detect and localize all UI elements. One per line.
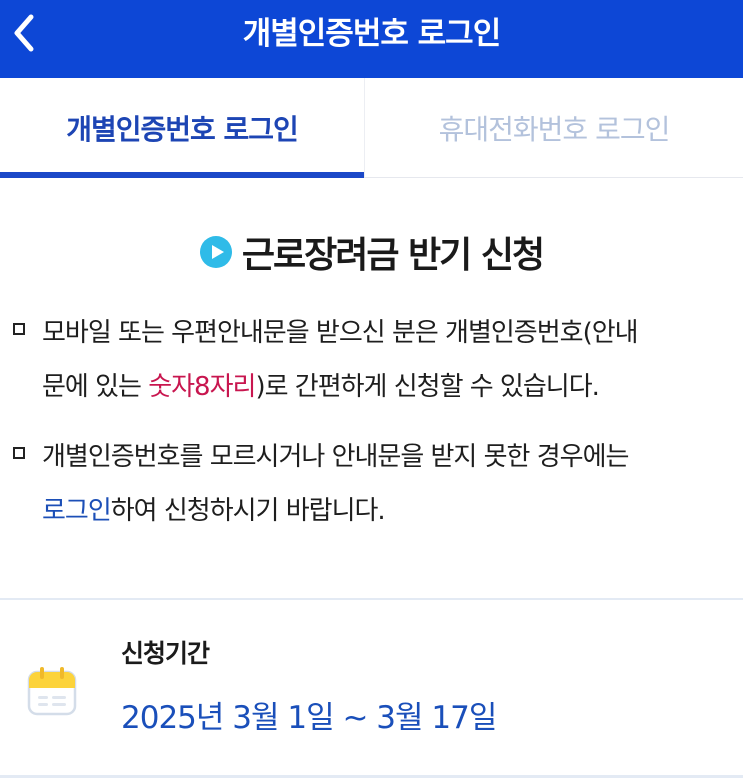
calendar-icon — [27, 667, 77, 716]
login-tabs: 개별인증번호 로그인 휴대전화번호 로그인 — [0, 78, 743, 178]
notice-line: 로그인하여 신청하시기 바랍니다. — [42, 484, 732, 538]
notice-text: 개별인증번호를 모르시거나 안내문을 받지 못한 경우에는 로그인하여 신청하시… — [42, 430, 732, 538]
application-period-label: 신청기간 — [121, 639, 210, 668]
play-circle-icon — [199, 236, 232, 268]
app-header: 개별인증번호 로그인 — [0, 0, 743, 78]
tab-individual-code-login[interactable]: 개별인증번호 로그인 — [0, 78, 364, 178]
tab-phone-login[interactable]: 휴대전화번호 로그인 — [364, 78, 743, 177]
highlight-digits: 숫자8자리 — [148, 372, 256, 402]
notice-line: 모바일 또는 우편안내문을 받으신 분은 개별인증번호(안내 — [42, 318, 639, 348]
divider — [0, 775, 743, 778]
divider — [0, 598, 743, 600]
notice-text-segment: 문에 있는 — [42, 372, 149, 402]
section-title: 근로장려금 반기 신청 — [241, 235, 545, 276]
notice-line: 문에 있는 숫자8자리)로 간편하게 신청할 수 있습니다. — [42, 360, 732, 414]
section-heading: 근로장려금 반기 신청 — [0, 226, 743, 278]
square-bullet-icon — [13, 447, 25, 459]
notice-line: 개별인증번호를 모르시거나 안내문을 받지 못한 경우에는 — [42, 442, 629, 472]
square-bullet-icon — [13, 323, 25, 335]
page-title: 개별인증번호 로그인 — [242, 16, 501, 52]
notice-text: 모바일 또는 우편안내문을 받으신 분은 개별인증번호(안내 문에 있는 숫자8… — [42, 306, 732, 414]
login-link[interactable]: 로그인 — [42, 496, 112, 526]
notice-text-segment: )로 간편하게 신청할 수 있습니다. — [255, 372, 599, 402]
notice-text-segment: 하여 신청하시기 바랍니다. — [110, 496, 386, 526]
application-period-value: 2025년 3월 1일 ~ 3월 17일 — [121, 700, 497, 736]
